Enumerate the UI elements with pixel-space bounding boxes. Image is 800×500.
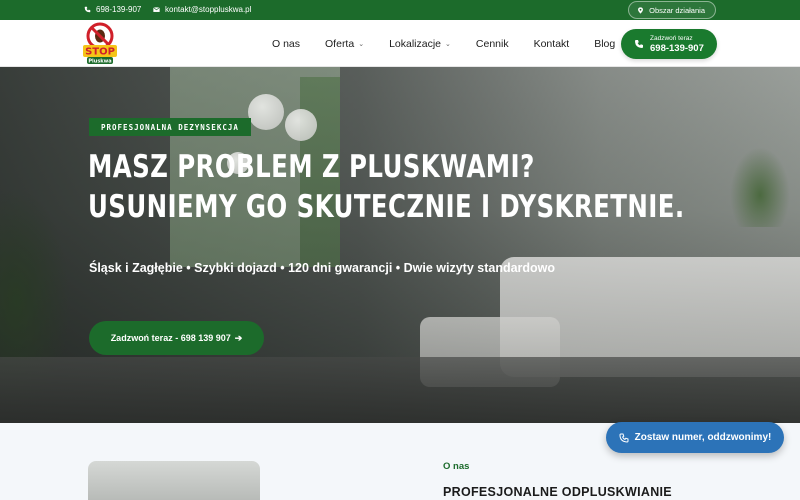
site-header: STOP Pluskwa O nas Oferta ⌄ Lokalizacje ⌄ …: [0, 20, 800, 67]
main-nav: O nas Oferta ⌄ Lokalizacje ⌄ Cennik Kontak…: [272, 38, 640, 50]
hero-bg-lamp: [285, 109, 317, 141]
top-bar: 698-139-907 kontakt@stoppluskwa.pl Obsza…: [0, 0, 800, 20]
arrow-right-icon: ➔: [234, 332, 243, 343]
topbar-email[interactable]: kontakt@stoppluskwa.pl: [153, 5, 251, 14]
hero-bg-plant-right: [730, 147, 790, 227]
nav-label: Kontakt: [533, 38, 570, 50]
hero-call-button[interactable]: Zadzwoń teraz - 698 139 907 ➔: [89, 321, 264, 355]
chevron-down-icon: ⌄: [445, 41, 451, 48]
hero-bg-floor: [0, 357, 800, 423]
phone-icon: [84, 6, 91, 13]
about-image: [88, 461, 260, 500]
logo-text-bottom: Pluskwa: [88, 59, 111, 65]
hero-title: MASZ PROBLEM Z PLUSKWAMI? USUNIEMY GO SK…: [88, 147, 685, 227]
topbar-phone[interactable]: 698-139-907: [84, 5, 141, 14]
nav-label: Blog: [594, 38, 616, 50]
nav-label: O nas: [272, 38, 301, 50]
topbar-phone-text: 698-139-907: [96, 5, 142, 14]
nav-label: Oferta: [325, 38, 355, 50]
hero-badge: PROFESJONALNA DEZYNSEKCJA: [89, 118, 251, 136]
phone-icon: [619, 433, 629, 443]
callback-button[interactable]: Zostaw numer, oddzwonimy!: [606, 422, 784, 453]
header-call-button[interactable]: Zadzwoń teraz 698-139-907: [621, 29, 717, 59]
service-area-label: Obszar działania: [649, 5, 705, 15]
hero-subtitle: Śląsk i Zagłębie • Szybki dojazd • 120 d…: [89, 261, 556, 275]
hero-call-label: Zadzwoń teraz - 698 139 907: [110, 333, 231, 343]
hero-title-line1: MASZ PROBLEM Z PLUSKWAMI?: [88, 149, 535, 185]
stop-pluskwa-logo[interactable]: STOP Pluskwa: [82, 22, 118, 66]
nav-label: Lokalizacje: [389, 38, 442, 50]
callback-label: Zostaw numer, oddzwonimy!: [634, 432, 772, 443]
logo-text-top: STOP: [85, 47, 115, 58]
nav-item-lokalizacje[interactable]: Lokalizacje ⌄: [389, 38, 451, 50]
about-title: PROFESJONALNE ODPLUSKWIANIE: [443, 485, 672, 499]
header-call-label: Zadzwoń teraz: [650, 34, 693, 42]
chevron-down-icon: ⌄: [358, 41, 365, 48]
header-call-number: 698-139-907: [650, 42, 704, 54]
phone-icon: [635, 40, 643, 48]
service-area-button[interactable]: Obszar działania: [628, 1, 716, 19]
mail-icon: [153, 7, 160, 12]
topbar-email-text: kontakt@stoppluskwa.pl: [165, 5, 252, 14]
hero-title-line2: USUNIEMY GO SKUTECZNIE I DYSKRETNIE.: [88, 189, 685, 225]
nav-label: Cennik: [475, 38, 509, 50]
nav-item-o-nas[interactable]: O nas: [272, 38, 300, 50]
hero-section: PROFESJONALNA DEZYNSEKCJA MASZ PROBLEM Z…: [0, 67, 800, 423]
about-label: O nas: [443, 461, 470, 472]
nav-item-cennik[interactable]: Cennik: [476, 38, 509, 50]
nav-item-kontakt[interactable]: Kontakt: [534, 38, 570, 50]
nav-item-blog[interactable]: Blog: [594, 38, 615, 50]
hero-bg-lamp: [248, 94, 284, 130]
nav-item-oferta[interactable]: Oferta ⌄: [325, 38, 364, 50]
location-pin-icon: [638, 6, 644, 14]
